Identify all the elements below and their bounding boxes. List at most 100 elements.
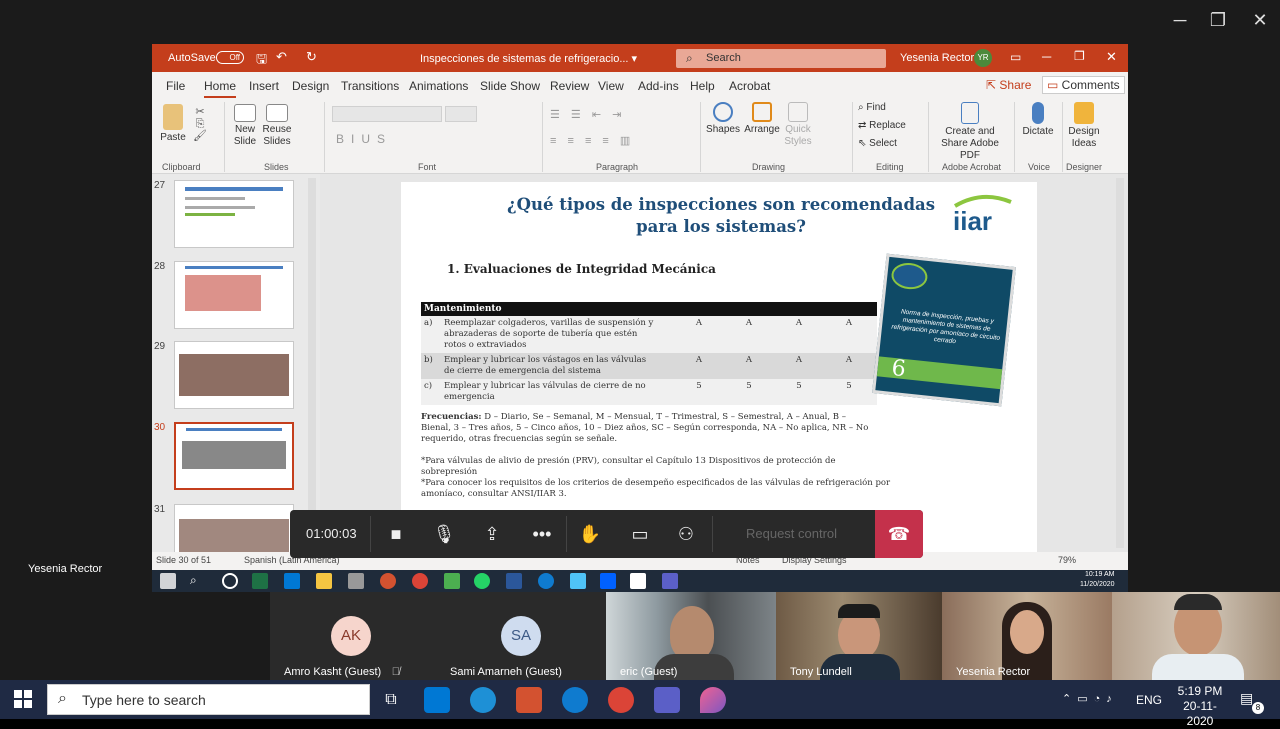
- share-button[interactable]: ⇱ Share: [986, 78, 1031, 92]
- microphone-icon[interactable]: 🎙: [432, 522, 456, 546]
- windows-start-icon[interactable]: [14, 690, 32, 708]
- tab-help[interactable]: Help: [690, 79, 715, 93]
- raise-hand-icon[interactable]: ✋: [578, 522, 602, 546]
- tab-review[interactable]: Review: [550, 79, 589, 93]
- thumbnail-scrollbar[interactable]: [308, 178, 316, 548]
- tab-home[interactable]: Home: [204, 79, 237, 98]
- ribbon-display-icon[interactable]: ▭: [1010, 50, 1021, 64]
- autosave-toggle[interactable]: Off: [216, 51, 244, 64]
- paste-button[interactable]: Paste: [158, 104, 188, 144]
- participant-video[interactable]: Tony Lundell: [776, 592, 942, 680]
- redo-icon[interactable]: ↻: [306, 49, 317, 65]
- chrome-icon[interactable]: [412, 573, 428, 589]
- tab-transitions[interactable]: Transitions: [341, 79, 399, 93]
- task-view-icon[interactable]: ⧉: [378, 687, 404, 713]
- system-clock[interactable]: 5:19 PM 20-11-2020: [1170, 684, 1230, 729]
- windows-icon[interactable]: [160, 573, 176, 589]
- search-icon[interactable]: ⌕: [190, 573, 206, 589]
- powerpoint-icon[interactable]: [516, 687, 542, 713]
- slide-thumbnail[interactable]: [174, 180, 294, 248]
- slide-thumbnail[interactable]: [174, 341, 294, 409]
- quick-styles-button[interactable]: Quick Styles: [782, 102, 814, 148]
- ppt-close-icon[interactable]: ✕: [1106, 49, 1117, 65]
- edge-icon[interactable]: [562, 687, 588, 713]
- ppt-restore-icon[interactable]: ❐: [1074, 49, 1085, 63]
- camera-icon[interactable]: ■: [384, 522, 408, 546]
- search-box[interactable]: ⌕ Search: [676, 49, 886, 68]
- create-share-pdf-button[interactable]: Create and Share Adobe PDF: [932, 102, 1008, 162]
- request-control-button[interactable]: Request control: [746, 526, 837, 541]
- tray-icons[interactable]: ⌃▭◔♪: [1062, 692, 1118, 705]
- powerpoint-icon[interactable]: [380, 573, 396, 589]
- ppt-minimize-icon[interactable]: ─: [1042, 49, 1051, 64]
- hang-up-button[interactable]: ☎: [875, 510, 923, 558]
- folder-icon[interactable]: [316, 573, 332, 589]
- shapes-button[interactable]: Shapes: [706, 102, 740, 136]
- comments-button[interactable]: ▭ Comments: [1042, 76, 1125, 94]
- tab-insert[interactable]: Insert: [249, 79, 279, 93]
- slide-scrollbar[interactable]: [1116, 178, 1124, 548]
- font-name-select[interactable]: [332, 106, 442, 122]
- app-icon[interactable]: [348, 573, 364, 589]
- zoom-level[interactable]: 79%: [1058, 555, 1076, 565]
- tab-slide-show[interactable]: Slide Show: [480, 79, 540, 93]
- avatar[interactable]: YR: [974, 49, 992, 67]
- select-button[interactable]: ⇖ Select: [858, 138, 897, 150]
- slide-thumbnail[interactable]: [174, 261, 294, 329]
- participant-video[interactable]: eric (Guest): [606, 592, 776, 680]
- teams-icon[interactable]: [654, 687, 680, 713]
- tab-design[interactable]: Design: [292, 79, 329, 93]
- more-options-icon[interactable]: •••: [530, 522, 554, 546]
- tab-view[interactable]: View: [598, 79, 624, 93]
- share-screen-icon[interactable]: ⇪: [480, 522, 504, 546]
- dictate-button[interactable]: Dictate: [1018, 102, 1058, 138]
- camtasia-icon[interactable]: [444, 573, 460, 589]
- word-icon[interactable]: [506, 573, 522, 589]
- mail-icon[interactable]: [424, 687, 450, 713]
- participant-tile[interactable]: AK Amro Kasht (Guest) 🎙̸: [270, 592, 436, 680]
- internet-explorer-icon[interactable]: [470, 687, 496, 713]
- tab-acrobat[interactable]: Acrobat: [729, 79, 770, 93]
- participants-icon[interactable]: ⚇: [674, 522, 698, 546]
- align-buttons[interactable]: ≡ ≡ ≡ ≡ ▥: [550, 134, 634, 147]
- font-format-buttons[interactable]: BIUS: [336, 132, 392, 146]
- save-icon[interactable]: 🖫: [256, 50, 267, 72]
- participant-video[interactable]: Yesenia Rector: [942, 592, 1112, 680]
- participant-tile[interactable]: SA Sami Amarneh (Guest): [436, 592, 606, 680]
- paint-icon[interactable]: [700, 687, 726, 713]
- dropbox-icon[interactable]: [600, 573, 616, 589]
- undo-icon[interactable]: ↶: [276, 49, 287, 65]
- list-buttons[interactable]: ☰ ☰ ⇤ ⇥: [550, 108, 625, 121]
- taskbar-search[interactable]: ⌕ Type here to search: [47, 684, 370, 715]
- font-size-select[interactable]: [445, 106, 477, 122]
- replace-button[interactable]: ⇄ Replace: [858, 120, 906, 132]
- vimeo-icon[interactable]: [630, 573, 646, 589]
- cortana-icon[interactable]: [222, 573, 238, 589]
- tab-animations[interactable]: Animations: [409, 79, 468, 93]
- arrange-button[interactable]: Arrange: [742, 102, 782, 136]
- chat-icon[interactable]: ▭: [628, 522, 652, 546]
- tab-add-ins[interactable]: Add-ins: [638, 79, 679, 93]
- edge-icon[interactable]: [538, 573, 554, 589]
- reuse-slides-button[interactable]: Reuse Slides: [262, 104, 292, 148]
- new-slide-button[interactable]: New Slide: [230, 104, 260, 148]
- document-title[interactable]: Inspecciones de sistemas de refrigeracio…: [420, 52, 637, 65]
- snowflake-icon[interactable]: [570, 573, 586, 589]
- tab-file[interactable]: File: [166, 79, 185, 93]
- language-indicator[interactable]: ENG: [1136, 693, 1162, 707]
- chrome-icon[interactable]: [608, 687, 634, 713]
- excel-icon[interactable]: [252, 573, 268, 589]
- notification-center-icon[interactable]: ▤: [1240, 690, 1253, 707]
- slide[interactable]: ¿Qué tipos de inspecciones son recomenda…: [401, 182, 1037, 552]
- teams-icon[interactable]: [662, 573, 678, 589]
- find-button[interactable]: ⌕ Find: [858, 102, 886, 114]
- participant-video[interactable]: [1112, 592, 1280, 680]
- cut-copy-icons[interactable]: ✂ ⎘ 🖌: [192, 106, 208, 142]
- close-button[interactable]: ✕: [1240, 10, 1280, 31]
- slide-thumbnail-selected[interactable]: [174, 422, 294, 490]
- maximize-button[interactable]: ❐: [1198, 10, 1238, 31]
- minimize-button[interactable]: ─: [1160, 10, 1200, 31]
- whatsapp-icon[interactable]: [474, 573, 490, 589]
- design-ideas-button[interactable]: Design Ideas: [1064, 102, 1104, 150]
- outlook-icon[interactable]: [284, 573, 300, 589]
